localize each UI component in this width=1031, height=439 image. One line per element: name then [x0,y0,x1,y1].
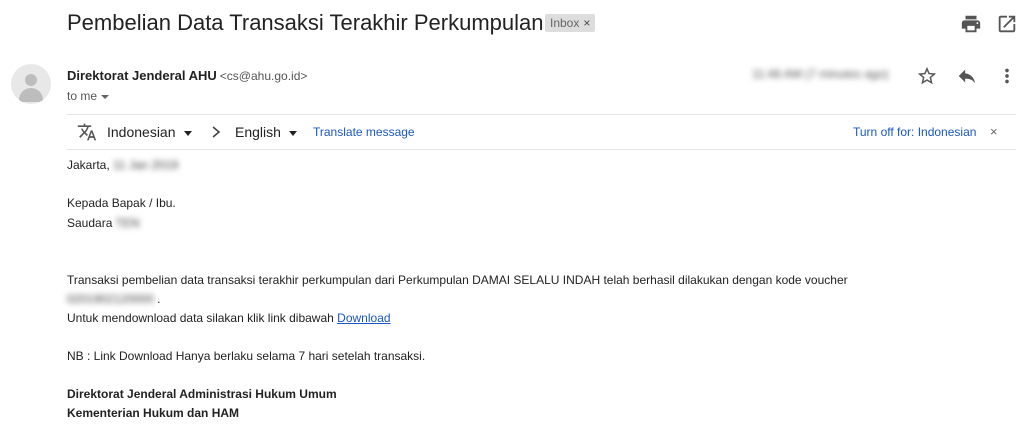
chevron-down-icon [101,94,110,99]
chevron-right-icon [212,126,221,138]
recipient-line: Saudara TEN [67,216,140,230]
sender-line: Direktorat Jenderal AHU <cs@ahu.go.id> [67,68,307,83]
recipient-name: TEN [115,216,140,230]
download-instruction: Untuk mendownload data silakan klik link… [67,311,334,325]
remove-label-button[interactable]: × [583,16,590,30]
transaction-paragraph: Transaksi pembelian data transaksi terak… [67,273,848,287]
close-translate-bar-button[interactable]: × [990,124,998,139]
source-language-select[interactable]: Indonesian [107,124,192,140]
recipients-dropdown[interactable]: to me [67,89,110,103]
translate-bar: Indonesian English Translate message Tur… [67,114,1016,150]
city-label: Jakarta, [67,158,110,172]
sender-email: <cs@ahu.go.id> [219,69,308,83]
sender-name[interactable]: Direktorat Jenderal AHU [67,68,217,83]
inbox-label-text: Inbox [550,16,580,30]
target-language-label: English [235,124,281,140]
translate-message-link[interactable]: Translate message [313,125,415,139]
source-language-label: Indonesian [107,124,176,140]
person-icon-body [19,88,43,102]
date-value: 11 Jan 2019 [113,158,179,172]
more-vert-icon[interactable] [996,65,1018,87]
inbox-label-badge: Inbox × [545,14,596,32]
note-line: NB : Link Download Hanya berlaku selama … [67,349,426,363]
reply-icon[interactable] [956,65,978,87]
voucher-line: 0201902120000 . [67,292,160,306]
date-line: Jakarta, 11 Jan 2019 [67,158,178,172]
translate-icon [77,123,97,141]
print-icon[interactable] [960,13,982,35]
email-timestamp: 11:46 AM (7 minutes ago) [752,67,889,81]
saudara-label: Saudara [67,216,113,230]
download-link[interactable]: Download [337,311,390,325]
signature-line-2: Kementerian Hukum dan HAM [67,406,240,420]
target-language-select[interactable]: English [235,124,297,140]
person-icon-head [25,74,37,86]
signature-line-1: Direktorat Jenderal Administrasi Hukum U… [67,387,337,401]
chevron-down-icon [183,130,192,136]
open-in-new-icon[interactable] [996,13,1018,35]
chevron-down-icon [288,130,297,136]
recipients-label: to me [67,89,98,103]
sender-avatar [11,64,51,104]
star-icon[interactable] [916,65,938,87]
greeting-line: Kepada Bapak / Ibu. [67,196,176,210]
voucher-suffix: . [157,292,161,306]
voucher-code: 0201902120000 [67,292,154,306]
download-line: Untuk mendownload data silakan klik link… [67,311,391,325]
turn-off-translation-link[interactable]: Turn off for: Indonesian [853,125,976,139]
email-subject: Pembelian Data Transaksi Terakhir Perkum… [67,10,544,35]
